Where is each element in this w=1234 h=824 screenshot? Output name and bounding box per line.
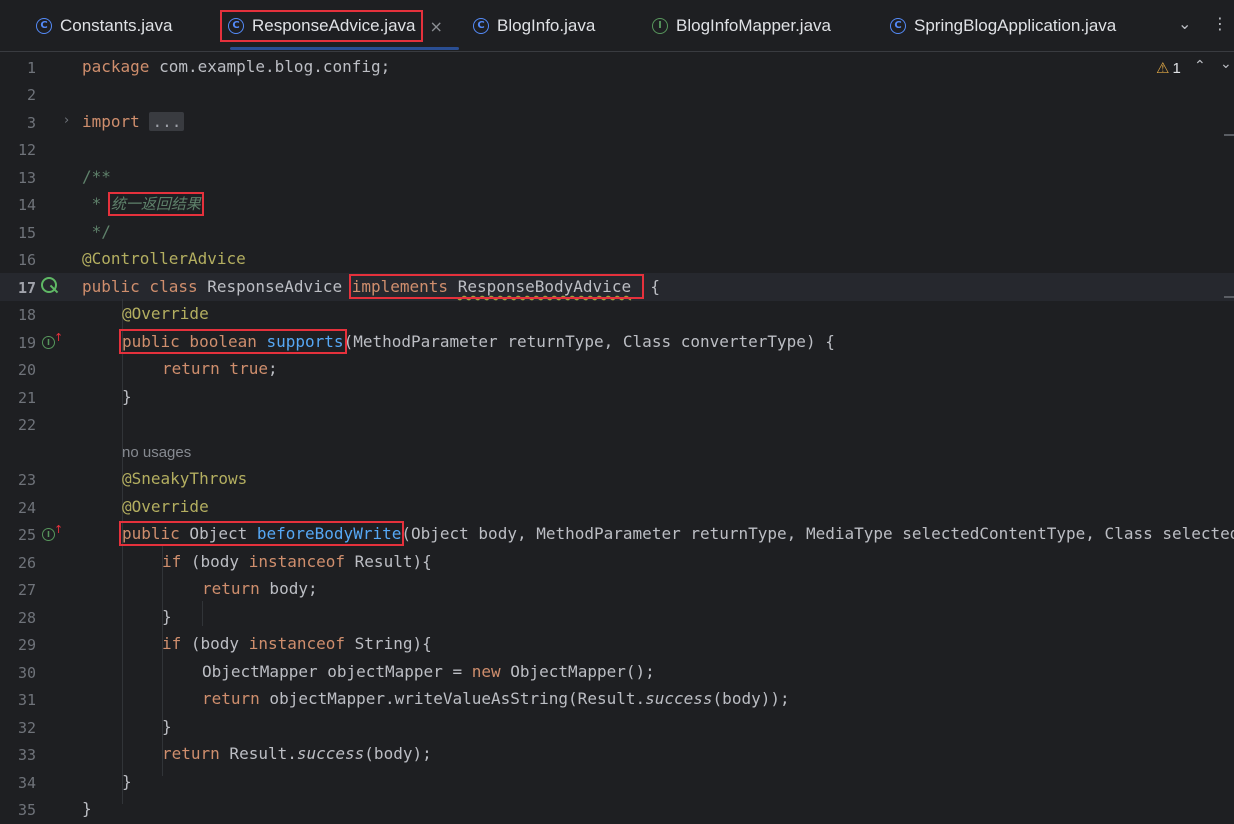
code-line-25: public Object beforeBodyWrite(Object bod… [118,521,1234,546]
arrow-up-icon: ↑ [54,331,64,344]
line-number: 31 [17,691,36,709]
tab-spring-blog-application[interactable]: C SpringBlogApplication.java [890,0,1116,52]
code-line-24: @Override [122,497,209,516]
tab-bloginfo[interactable]: C BlogInfo.java [473,0,595,52]
line-number: 30 [17,664,36,682]
code-line-19: public boolean supports(MethodParameter … [119,329,835,354]
line-number: 25 [17,526,36,544]
scrollbar-marker [1224,134,1234,136]
tab-label: BlogInfoMapper.java [676,16,831,35]
line-number: 24 [17,499,36,517]
active-tab-indicator [230,47,459,50]
line-number: 26 [17,554,36,572]
line-number: 15 [17,224,36,242]
before-body-write-method[interactable]: beforeBodyWrite [257,524,402,543]
application-class-icon: C [890,18,906,34]
line-number: 18 [17,306,36,324]
class-icon: C [36,18,52,34]
tab-label: ResponseAdvice.java [252,16,416,35]
code-line-15: */ [82,222,111,241]
line-number: 34 [17,774,36,792]
no-bean-icon[interactable] [41,277,57,293]
warning-count: 1 [1172,59,1181,77]
code-line-30: ObjectMapper objectMapper = new ObjectMa… [202,662,655,681]
before-body-write-signature-highlight: public Object beforeBodyWrite [118,521,405,546]
tab-label: BlogInfo.java [497,16,596,35]
code-line-28: } [162,607,172,626]
line-number-current: 17 [17,279,36,297]
code-line-20: return true; [162,359,278,378]
tab-response-advice[interactable]: C ResponseAdvice.java × [220,0,443,52]
scrollbar-marker [1224,296,1234,298]
code-line-17: public class ResponseAdvice implements R… [82,274,660,299]
editor-tab-bar: C Constants.java C ResponseAdvice.java ×… [0,0,1234,52]
line-number: 12 [17,141,36,159]
indent-guide [122,299,123,804]
code-line-23: @SneakyThrows [122,469,248,488]
line-number: 22 [17,416,36,434]
line-number: 19 [17,334,36,352]
code-line-27: return body; [202,579,318,598]
doc-comment-highlight: 统一返回结果 [107,192,204,216]
code-line-21: } [122,387,132,406]
line-number: 3 [26,114,36,132]
code-line-35: } [82,799,92,818]
warning-icon: ⚠ [1156,60,1170,77]
line-number: 29 [17,636,36,654]
line-number: 27 [17,581,36,599]
code-line-31: return objectMapper.writeValueAsString(R… [202,689,790,708]
interface-icon: I [652,18,668,34]
code-line-13: /** [82,167,111,186]
line-number: 16 [17,251,36,269]
line-number: 32 [17,719,36,737]
implements-clause-highlight: implements ResponseBodyAdvice [348,274,644,299]
line-number: 1 [26,59,36,77]
previous-highlight-icon[interactable]: ⌃ [1194,58,1206,74]
tab-label: SpringBlogApplication.java [914,16,1117,35]
supports-method[interactable]: supports [267,332,344,351]
fold-expand-icon[interactable]: › [64,113,69,128]
chevron-down-icon[interactable]: ⌄ [1178,14,1191,33]
usages-hint[interactable]: no usages [122,440,191,466]
line-number: 21 [17,389,36,407]
tab-highlight-box: C ResponseAdvice.java [220,10,424,42]
line-number: 23 [17,471,36,489]
code-line-33: return Result.success(body); [162,744,432,763]
folded-imports[interactable]: ... [149,112,185,131]
line-number: 2 [26,86,36,104]
tab-label: Constants.java [60,16,173,35]
tab-bloginfo-mapper[interactable]: I BlogInfoMapper.java [652,0,831,52]
code-line-29: if (body instanceof String){ [162,634,432,653]
line-number: 14 [17,196,36,214]
arrow-up-icon: ↑ [54,523,64,536]
line-number: 20 [17,361,36,379]
code-line-1: package com.example.blog.config; [82,57,391,76]
line-number: 28 [17,609,36,627]
indent-guide [202,601,203,626]
inspection-widget[interactable]: ⚠ 1 [1156,59,1181,78]
code-line-18: @Override [122,304,209,323]
class-icon: C [473,18,489,34]
close-icon[interactable]: × [429,17,442,36]
next-highlight-icon[interactable]: ⌄ [1220,56,1232,72]
response-body-advice-type[interactable]: ResponseBodyAdvice [458,277,631,296]
code-line-16: @ControllerAdvice [82,249,246,268]
supports-signature-highlight: public boolean supports [119,329,347,354]
code-line-34: } [122,772,132,791]
line-number: 13 [17,169,36,187]
class-icon: C [228,18,244,34]
code-line-32: } [162,717,172,736]
tab-constants[interactable]: C Constants.java [36,0,172,52]
code-editor[interactable]: package com.example.blog.config; import … [82,53,1234,824]
line-number-gutter[interactable]: 1 2 3 › 12 13 14 15 16 17 18 19 I ↑ 20 2… [0,53,80,824]
line-number: 33 [17,746,36,764]
code-line-3: import ... [82,109,185,135]
more-options-icon[interactable]: ⋮ [1212,14,1228,33]
code-line-26: if (body instanceof Result){ [162,552,432,571]
line-number: 35 [17,801,36,819]
code-line-14: * 统一返回结果 [82,192,204,216]
